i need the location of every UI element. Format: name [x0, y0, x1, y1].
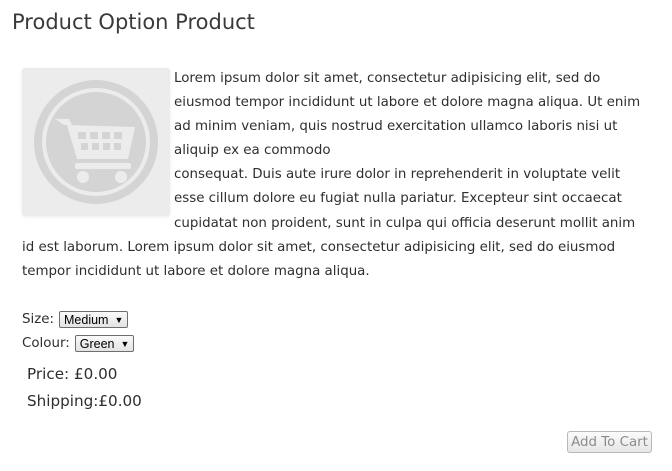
- size-select[interactable]: Medium ▼: [59, 311, 129, 328]
- size-option: Size: Medium ▼: [22, 311, 129, 328]
- product-details: Lorem ipsum dolor sit amet, consectetur …: [22, 67, 644, 284]
- colour-option: Colour: Green ▼: [22, 335, 135, 352]
- size-label: Size:: [22, 312, 54, 327]
- size-select-value: Medium: [64, 312, 109, 327]
- dropdown-arrow-icon: ▼: [120, 338, 130, 349]
- shipping-value: Shipping:£0.00: [27, 392, 142, 410]
- colour-select[interactable]: Green ▼: [74, 335, 135, 352]
- colour-select-value: Green: [79, 336, 115, 351]
- dropdown-arrow-icon: ▼: [114, 314, 124, 325]
- shopping-cart-placeholder-icon: [34, 80, 158, 204]
- colour-label: Colour:: [22, 336, 70, 351]
- page-title: Product Option Product: [12, 10, 255, 34]
- price-value: Price: £0.00: [27, 365, 118, 383]
- add-to-cart-button[interactable]: Add To Cart: [567, 431, 652, 453]
- product-image: [22, 68, 170, 216]
